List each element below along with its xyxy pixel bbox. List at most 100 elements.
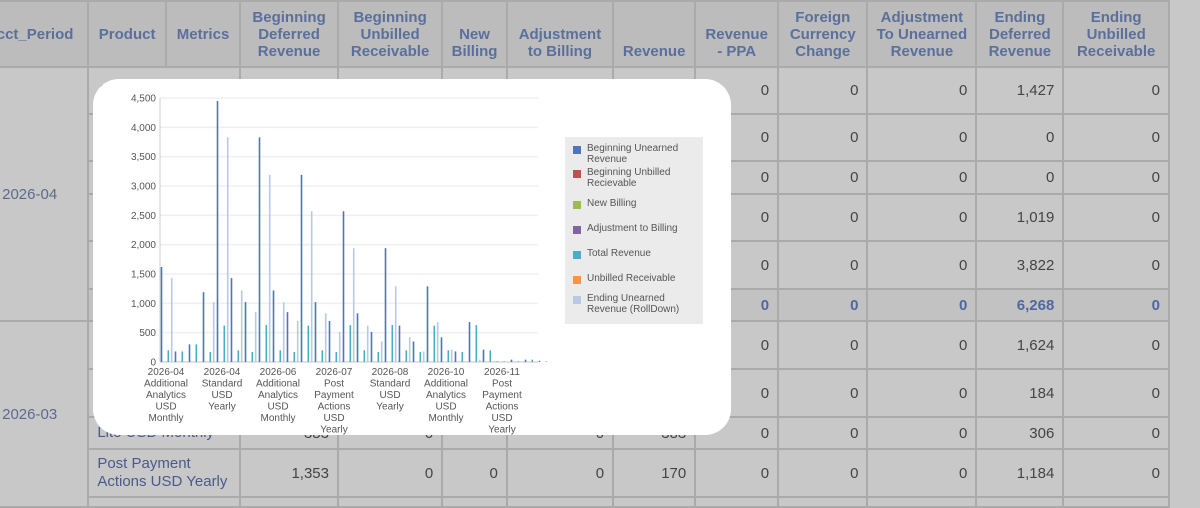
bar[interactable] xyxy=(324,313,327,362)
bar[interactable] xyxy=(170,278,173,362)
bar[interactable] xyxy=(366,325,369,362)
column-header[interactable]: Metrics xyxy=(164,0,242,68)
bar[interactable] xyxy=(363,350,366,362)
column-header[interactable]: Ending Unbilled Receivable xyxy=(1062,0,1170,68)
bar[interactable] xyxy=(167,350,170,362)
value-cell: 0 xyxy=(866,416,978,450)
bar[interactable] xyxy=(450,349,453,362)
bar[interactable] xyxy=(160,266,163,362)
bar[interactable] xyxy=(321,350,324,362)
bar[interactable] xyxy=(338,332,341,362)
column-header[interactable]: Foreign Currency Change xyxy=(777,0,869,68)
bar[interactable] xyxy=(286,312,289,362)
value-cell: 0 xyxy=(975,113,1065,162)
column-header[interactable]: Adjustment To Unearned Revenue xyxy=(866,0,978,68)
bar[interactable] xyxy=(398,325,401,362)
bar[interactable] xyxy=(370,332,373,362)
bar[interactable] xyxy=(195,344,198,362)
bar[interactable] xyxy=(531,359,534,362)
column-header[interactable]: Revenue - PPA xyxy=(694,0,780,68)
bar[interactable] xyxy=(251,352,254,362)
column-header[interactable]: Revenue xyxy=(612,0,697,68)
bar[interactable] xyxy=(352,248,355,362)
bar[interactable] xyxy=(244,302,247,362)
bar[interactable] xyxy=(226,137,229,362)
bar[interactable] xyxy=(482,349,485,362)
value-cell: 0 xyxy=(1062,320,1170,370)
bar[interactable] xyxy=(209,352,212,362)
bar[interactable] xyxy=(268,174,271,362)
bar[interactable] xyxy=(454,351,457,362)
bar[interactable] xyxy=(356,313,359,362)
bar[interactable] xyxy=(433,325,436,362)
bar[interactable] xyxy=(384,248,387,362)
bar[interactable] xyxy=(440,337,443,362)
bar[interactable] xyxy=(510,359,513,362)
bar[interactable] xyxy=(188,344,191,362)
x-tick-label: Payment xyxy=(482,390,522,401)
bar[interactable] xyxy=(436,322,439,362)
x-tick-label: 2026-07 xyxy=(316,367,353,378)
bar[interactable] xyxy=(538,360,541,362)
bar[interactable] xyxy=(342,211,345,362)
column-header[interactable]: Adjustment to Billing xyxy=(505,0,615,68)
bar[interactable] xyxy=(328,320,331,362)
column-header[interactable]: Acct_Period xyxy=(0,0,90,68)
bar[interactable] xyxy=(349,325,352,362)
bar[interactable] xyxy=(426,286,429,362)
bar[interactable] xyxy=(524,359,527,362)
bar[interactable] xyxy=(272,290,275,362)
bar[interactable] xyxy=(258,137,261,362)
x-tick-label: Yearly xyxy=(320,425,347,436)
bar[interactable] xyxy=(422,351,425,362)
bar[interactable] xyxy=(202,292,205,362)
bar[interactable] xyxy=(237,350,240,362)
bar[interactable] xyxy=(335,352,338,362)
bar[interactable] xyxy=(517,361,520,362)
bar[interactable] xyxy=(300,174,303,362)
bar[interactable] xyxy=(310,211,313,362)
column-header[interactable]: New Billing xyxy=(441,0,508,68)
bar[interactable] xyxy=(419,352,422,362)
bar[interactable] xyxy=(254,312,257,362)
bar[interactable] xyxy=(377,352,380,362)
column-header[interactable]: Product xyxy=(87,0,167,68)
bar[interactable] xyxy=(496,361,499,362)
bar[interactable] xyxy=(216,100,219,362)
bar[interactable] xyxy=(212,302,215,362)
bar[interactable] xyxy=(230,278,233,362)
bar[interactable] xyxy=(282,302,285,362)
bar[interactable] xyxy=(408,337,411,362)
column-header[interactable]: Beginning Unbilled Receivable xyxy=(336,0,444,68)
bar[interactable] xyxy=(240,290,243,362)
bar[interactable] xyxy=(489,350,492,362)
bar[interactable] xyxy=(174,351,177,362)
bar[interactable] xyxy=(223,325,226,362)
bar[interactable] xyxy=(394,286,397,362)
bar[interactable] xyxy=(391,325,394,362)
bar[interactable] xyxy=(265,325,268,362)
bar[interactable] xyxy=(447,350,450,362)
bar[interactable] xyxy=(307,325,310,362)
value-cell: 0 xyxy=(777,193,869,242)
value-cell: 3,822 xyxy=(975,240,1065,290)
bar[interactable] xyxy=(468,322,471,362)
bar[interactable] xyxy=(545,361,548,362)
bar[interactable] xyxy=(296,320,299,362)
bar[interactable] xyxy=(380,341,383,362)
bar[interactable] xyxy=(405,350,408,362)
bar[interactable] xyxy=(478,359,481,362)
bar[interactable] xyxy=(503,361,506,362)
x-tick-label: Analytics xyxy=(426,390,466,401)
bar[interactable] xyxy=(314,302,317,362)
bar[interactable] xyxy=(492,361,495,362)
bar[interactable] xyxy=(412,341,415,362)
column-header[interactable]: Ending Deferred Revenue xyxy=(975,0,1065,68)
bar[interactable] xyxy=(279,350,282,362)
bar[interactable] xyxy=(293,352,296,362)
bar[interactable] xyxy=(181,351,184,362)
bar[interactable] xyxy=(475,325,478,362)
column-header[interactable]: Beginning Deferred Revenue xyxy=(239,0,339,68)
bar[interactable] xyxy=(461,352,464,362)
legend-swatch-icon xyxy=(573,201,581,209)
